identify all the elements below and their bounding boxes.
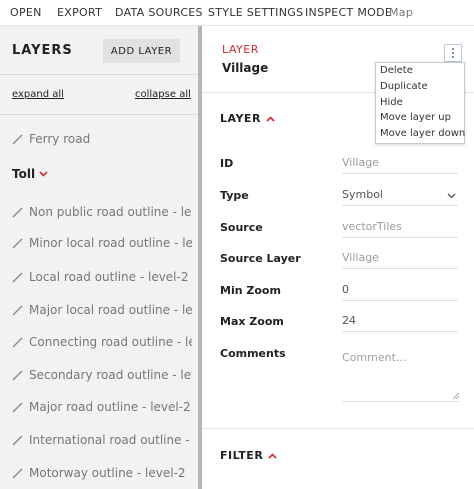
layer-item-label: Minor local road outline - le... <box>29 236 192 250</box>
layer-item-label: Ferry road <box>29 132 91 146</box>
layer-group-toll[interactable]: Toll <box>12 164 48 184</box>
menu-style-settings[interactable]: STYLE SETTINGS <box>208 6 303 19</box>
layer-section-title: LAYER <box>220 112 261 125</box>
source-label: Source <box>220 221 263 234</box>
layer-item[interactable]: Secondary road outline - lev... <box>12 365 192 385</box>
max-zoom-label: Max Zoom <box>220 315 284 328</box>
layer-item-label: Connecting road outline - le... <box>29 335 192 349</box>
pencil-icon <box>12 238 23 248</box>
max-zoom-input[interactable]: 24 <box>342 312 458 332</box>
pencil-icon <box>12 435 23 445</box>
layer-item-label: International road outline - ... <box>29 433 192 447</box>
layer-item[interactable]: International road outline - ... <box>12 430 192 450</box>
layer-item-label: Major local road outline - le... <box>29 303 192 317</box>
comments-textarea[interactable]: Comment... <box>342 346 460 402</box>
layer-item-label: Non public road outline - lev... <box>29 205 192 219</box>
map-title: Map <box>389 6 414 19</box>
top-menu-bar: OPEN EXPORT DATA SOURCES STYLE SETTINGS … <box>0 0 474 26</box>
pencil-icon <box>12 402 23 412</box>
pencil-icon <box>12 337 23 347</box>
chevron-down-icon <box>39 171 48 177</box>
pencil-icon <box>12 305 23 315</box>
menu-item-delete[interactable]: Delete <box>380 65 413 80</box>
layer-item[interactable]: Minor local road outline - le... <box>12 233 192 253</box>
layers-heading: LAYERS <box>12 43 73 58</box>
layer-item[interactable]: Major road outline - level-2 <box>12 397 192 417</box>
filter-section-toggle[interactable]: FILTER <box>220 449 277 462</box>
menu-open[interactable]: OPEN <box>10 6 42 19</box>
pencil-icon <box>12 468 23 478</box>
add-layer-button[interactable]: ADD LAYER <box>103 39 180 63</box>
layer-item[interactable]: Ferry road <box>12 129 192 149</box>
layer-item[interactable]: Connecting road outline - le... <box>12 332 192 352</box>
comments-label: Comments <box>220 347 286 360</box>
more-options-button[interactable] <box>444 44 462 62</box>
menu-data-sources[interactable]: DATA SOURCES <box>115 6 203 19</box>
layer-name-title: Village <box>222 61 269 75</box>
divider <box>0 114 198 115</box>
layer-group-label: Toll <box>12 167 36 181</box>
type-select-value: Symbol <box>342 188 383 201</box>
chevron-up-icon <box>268 452 277 459</box>
min-zoom-input[interactable]: 0 <box>342 281 458 301</box>
menu-item-hide[interactable]: Hide <box>380 97 403 112</box>
type-label: Type <box>220 189 249 202</box>
expand-all-link[interactable]: expand all <box>12 89 64 100</box>
collapse-all-link[interactable]: collapse all <box>135 89 191 100</box>
more-vertical-icon <box>452 56 454 58</box>
pencil-icon <box>12 272 23 282</box>
pencil-icon <box>12 207 23 217</box>
menu-item-duplicate[interactable]: Duplicate <box>380 81 428 96</box>
layer-item-label: Secondary road outline - lev... <box>29 368 192 382</box>
type-select[interactable]: Symbol <box>342 186 458 206</box>
source-input[interactable]: vectorTiles <box>342 218 458 238</box>
filter-section-title: FILTER <box>220 449 264 462</box>
chevron-up-icon <box>266 115 275 122</box>
layer-item-label: Motorway outline - level-2 <box>29 466 186 480</box>
more-vertical-icon <box>452 48 454 50</box>
layer-item-label: Major road outline - level-2 <box>29 400 191 414</box>
source-layer-label: Source Layer <box>220 252 301 265</box>
pencil-icon <box>12 134 23 144</box>
comments-placeholder: Comment... <box>342 351 407 364</box>
layer-item[interactable]: Non public road outline - lev... <box>12 202 192 222</box>
layer-item-label: Local road outline - level-2 <box>29 270 189 284</box>
layer-context-menu: Delete Duplicate Hide Move layer up Move… <box>375 62 465 144</box>
divider <box>0 74 198 75</box>
menu-inspect-mode[interactable]: INSPECT MODE <box>305 6 392 19</box>
menu-item-move-down[interactable]: Move layer down <box>380 128 465 143</box>
pencil-icon <box>12 370 23 380</box>
divider <box>202 428 474 429</box>
min-zoom-label: Min Zoom <box>220 284 281 297</box>
resize-handle-icon[interactable] <box>452 392 459 399</box>
editor-section-label: LAYER <box>222 43 259 56</box>
layers-panel: LAYERS ADD LAYER expand all collapse all… <box>0 26 198 489</box>
source-layer-input[interactable]: Village <box>342 249 458 269</box>
layer-item[interactable]: Local road outline - level-2 <box>12 267 192 287</box>
id-input[interactable]: Village <box>342 154 458 174</box>
menu-item-move-up[interactable]: Move layer up <box>380 112 451 127</box>
id-label: ID <box>220 157 234 170</box>
chevron-down-icon <box>447 193 456 199</box>
layer-section-toggle[interactable]: LAYER <box>220 112 275 125</box>
layer-item[interactable]: Major local road outline - le... <box>12 300 192 320</box>
menu-export[interactable]: EXPORT <box>57 6 102 19</box>
layer-item[interactable]: Motorway outline - level-2 <box>12 463 192 483</box>
more-vertical-icon <box>452 52 454 54</box>
